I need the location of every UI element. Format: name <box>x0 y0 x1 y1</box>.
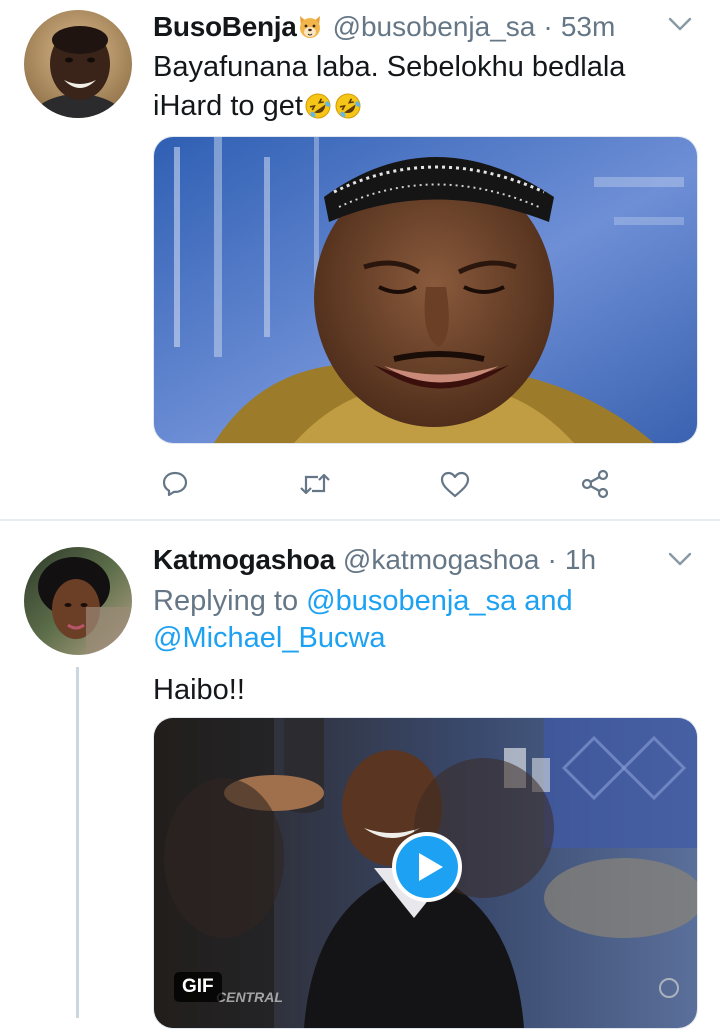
tweet-text: Haibo!! <box>153 674 245 706</box>
replying-to: Replying to @busobenja_sa and @Michael_B… <box>153 583 693 657</box>
display-name[interactable]: BusoBenja <box>153 11 297 42</box>
thread-line <box>76 667 79 1018</box>
mention-link[interactable]: @Michael_Bucwa <box>153 622 386 654</box>
avatar-image <box>24 10 132 118</box>
gif-watermark: CENTRAL <box>216 989 283 1005</box>
separator-dot: · <box>547 544 557 575</box>
tweet-text-line: iHard to get <box>153 90 303 122</box>
like-icon[interactable] <box>433 462 477 506</box>
chevron-down-icon[interactable] <box>666 14 694 34</box>
display-name[interactable]: Katmogashoa <box>153 544 335 575</box>
gif-badge: GIF <box>174 972 222 1002</box>
tweet-gif[interactable]: CENTRAL GIF <box>153 717 698 1029</box>
tweet-actions <box>153 462 673 506</box>
avatar[interactable] <box>24 10 132 118</box>
retweet-icon[interactable] <box>293 462 337 506</box>
tweet-text-line: Bayafunana laba. Sebelokhu bedlala <box>153 51 626 83</box>
tweet-text: Bayafunana laba. Sebelokhu bedlala iHard… <box>153 48 693 132</box>
dog-face-emoji-icon <box>297 14 323 48</box>
laughing-man-photo <box>154 137 697 443</box>
tweet-header: Katmogashoa @katmogashoa · 1h <box>153 543 596 577</box>
reply-icon[interactable] <box>153 462 197 506</box>
mention-and: and <box>524 585 573 617</box>
avatar-image <box>24 547 132 655</box>
separator-dot: · <box>543 11 553 42</box>
chevron-down-icon[interactable] <box>666 549 694 569</box>
tweet[interactable]: BusoBenja @busobenja_sa · 53m Bayafunana … <box>0 0 720 519</box>
tweet-photo[interactable] <box>153 136 698 444</box>
tweet[interactable]: Katmogashoa @katmogashoa · 1h Replying t… <box>0 521 720 1029</box>
rolling-on-floor-laughing-emoji-icon <box>303 91 333 132</box>
rolling-on-floor-laughing-emoji-icon <box>333 91 363 132</box>
share-icon[interactable] <box>573 462 617 506</box>
mention-link[interactable]: @busobenja_sa <box>306 585 516 617</box>
user-handle[interactable]: @katmogashoa <box>343 544 540 575</box>
tweet-header: BusoBenja @busobenja_sa · 53m <box>153 10 615 44</box>
timestamp[interactable]: 1h <box>565 544 596 575</box>
user-handle[interactable]: @busobenja_sa <box>333 11 536 42</box>
avatar[interactable] <box>24 547 132 655</box>
timestamp[interactable]: 53m <box>561 11 615 42</box>
replying-to-label: Replying to <box>153 585 299 617</box>
play-button[interactable] <box>390 830 464 904</box>
